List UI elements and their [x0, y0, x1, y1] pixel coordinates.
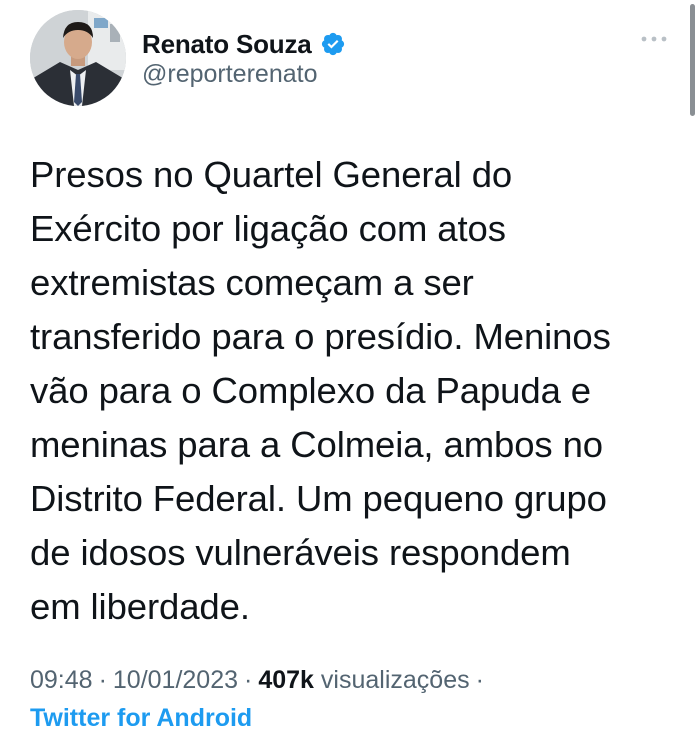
- separator-dot: ·: [475, 666, 484, 694]
- separator-dot: ·: [98, 666, 107, 694]
- tweet-date[interactable]: 10/01/2023: [113, 666, 238, 694]
- author-display-name[interactable]: Renato Souza: [142, 29, 312, 60]
- tweet-source-link[interactable]: Twitter for Android: [30, 701, 252, 735]
- author-name-row: Renato Souza: [142, 24, 346, 64]
- views-label: visualizações: [320, 666, 470, 694]
- tweet-card: Renato Souza @reporterenato Presos no Qu…: [0, 0, 700, 748]
- author-avatar[interactable]: [30, 10, 126, 106]
- separator-dot: ·: [244, 666, 253, 694]
- tweet-time[interactable]: 09:48: [30, 666, 93, 694]
- author-handle[interactable]: @reporterenato: [142, 60, 317, 89]
- views-count: 407k: [258, 666, 314, 694]
- verified-badge-icon: [320, 31, 346, 57]
- more-horizontal-icon: [641, 36, 667, 42]
- scrollbar-thumb[interactable]: [690, 4, 695, 116]
- tweet-text: Presos no Quartel General do Exército po…: [30, 154, 611, 627]
- tweet-metadata: 09:48 · 10/01/2023 · 407k visualizações ·: [30, 663, 490, 697]
- more-options-button[interactable]: [636, 24, 672, 54]
- avatar-image: [30, 10, 126, 106]
